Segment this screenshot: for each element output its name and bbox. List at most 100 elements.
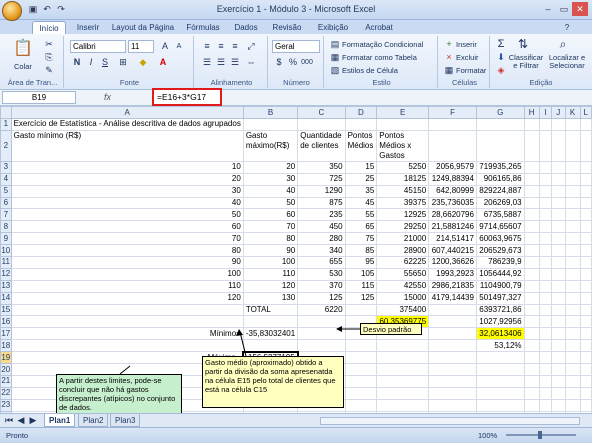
cell[interactable]: 28,6620796: [428, 208, 477, 222]
tab-acrobat[interactable]: Acrobat: [358, 21, 400, 34]
cell[interactable]: [564, 244, 581, 258]
clear-icon[interactable]: ◈: [494, 64, 508, 77]
merge-icon[interactable]: ⇔: [244, 56, 258, 69]
cell[interactable]: 1200,36626: [428, 256, 477, 269]
align-right-icon[interactable]: ☰: [228, 56, 242, 69]
cell[interactable]: 9714,65607: [475, 220, 525, 234]
cell[interactable]: 829224,887: [475, 184, 525, 198]
horizontal-scrollbar[interactable]: [320, 417, 580, 425]
cell[interactable]: [428, 118, 477, 131]
cell[interactable]: 1104900,79: [475, 279, 525, 293]
column-header[interactable]: E: [376, 106, 430, 119]
column-header[interactable]: L: [579, 106, 592, 119]
cell[interactable]: [550, 196, 566, 210]
cell[interactable]: 60: [10, 220, 244, 234]
cell[interactable]: [538, 398, 552, 412]
cell[interactable]: 5250: [376, 160, 430, 174]
cell[interactable]: [538, 118, 552, 131]
cell[interactable]: [579, 375, 592, 388]
cell[interactable]: [564, 232, 581, 246]
cell[interactable]: [564, 375, 581, 388]
cell[interactable]: 70: [242, 220, 299, 234]
cell[interactable]: [579, 232, 592, 246]
autosum-icon[interactable]: Σ: [494, 38, 508, 51]
sheet-tab-plan1[interactable]: Plan1: [44, 414, 76, 427]
next-sheet-icon[interactable]: ▶: [26, 414, 40, 427]
cell[interactable]: [564, 118, 581, 131]
cell[interactable]: [538, 208, 552, 222]
row-header[interactable]: 3: [0, 160, 12, 174]
copy-icon[interactable]: ⎘: [42, 51, 56, 64]
cell[interactable]: 125: [344, 291, 378, 305]
align-middle-icon[interactable]: ≡: [214, 40, 228, 53]
cell[interactable]: 655: [297, 256, 346, 269]
cell[interactable]: [564, 267, 581, 281]
cell[interactable]: [564, 363, 581, 377]
cell[interactable]: [523, 339, 540, 353]
cell[interactable]: [10, 303, 244, 317]
cell[interactable]: [579, 244, 592, 258]
cell[interactable]: 60063,9675: [475, 232, 525, 246]
cell[interactable]: [564, 386, 581, 400]
tab-exibicao[interactable]: Exibição: [310, 21, 356, 34]
format-cells-icon[interactable]: ▦: [442, 64, 456, 77]
orientation-icon[interactable]: ⤢: [244, 40, 258, 53]
cell[interactable]: [550, 315, 566, 329]
cell[interactable]: Gasto mínimo (R$): [10, 129, 244, 162]
cell[interactable]: [550, 375, 566, 388]
cell[interactable]: 110: [10, 279, 244, 293]
cell[interactable]: [550, 398, 566, 412]
cell[interactable]: 55650: [376, 267, 430, 281]
cell[interactable]: 725: [297, 172, 346, 186]
cell[interactable]: [579, 327, 592, 341]
cell[interactable]: 32,0613406: [475, 327, 525, 341]
cell[interactable]: [376, 363, 430, 377]
cell[interactable]: [550, 160, 566, 174]
font-color-icon[interactable]: A: [156, 56, 170, 69]
cell[interactable]: 50: [242, 196, 299, 210]
column-header[interactable]: B: [242, 106, 299, 119]
table-format-icon[interactable]: ▦: [328, 51, 342, 64]
cell[interactable]: Exercício de Estatística - Análise descr…: [10, 118, 244, 131]
cell[interactable]: 105: [344, 267, 378, 281]
column-header[interactable]: F: [428, 106, 477, 119]
cell[interactable]: [564, 184, 581, 198]
cell[interactable]: [344, 363, 378, 377]
cell[interactable]: 375400: [376, 303, 430, 317]
cell[interactable]: [579, 160, 592, 174]
maximize-icon[interactable]: ▭: [556, 2, 572, 16]
cell[interactable]: 15: [344, 160, 378, 174]
cell[interactable]: 1249,88394: [428, 172, 477, 186]
cell[interactable]: [428, 375, 477, 388]
cell[interactable]: 21000: [376, 232, 430, 246]
cell[interactable]: 786239,9: [475, 256, 525, 269]
font-name-select[interactable]: Calibri: [70, 40, 126, 53]
fill-color-icon[interactable]: ◆: [136, 56, 150, 69]
align-bottom-icon[interactable]: ≡: [228, 40, 242, 53]
row-header[interactable]: 6: [0, 196, 12, 210]
column-header[interactable]: G: [475, 106, 525, 119]
column-header[interactable]: A: [10, 106, 244, 119]
cell[interactable]: [538, 315, 552, 329]
cell[interactable]: [344, 375, 378, 388]
cell[interactable]: 90: [242, 244, 299, 258]
cell[interactable]: 53,12%: [475, 339, 525, 353]
fx-icon[interactable]: fx: [104, 91, 118, 104]
cell[interactable]: [428, 386, 477, 400]
cell[interactable]: 60: [242, 208, 299, 222]
cell[interactable]: [344, 303, 378, 317]
cell[interactable]: [538, 160, 552, 174]
cell[interactable]: [564, 129, 581, 162]
cell[interactable]: [242, 339, 299, 353]
cell[interactable]: 95: [344, 256, 378, 269]
cell[interactable]: 530: [297, 267, 346, 281]
column-header[interactable]: I: [538, 106, 552, 119]
cell[interactable]: [564, 339, 581, 353]
cell[interactable]: [550, 339, 566, 353]
cell[interactable]: 10: [10, 160, 244, 174]
cell[interactable]: [523, 244, 540, 258]
cell[interactable]: [10, 315, 244, 329]
currency-icon[interactable]: $: [272, 56, 286, 69]
cell[interactable]: 115: [344, 279, 378, 293]
align-left-icon[interactable]: ☰: [200, 56, 214, 69]
